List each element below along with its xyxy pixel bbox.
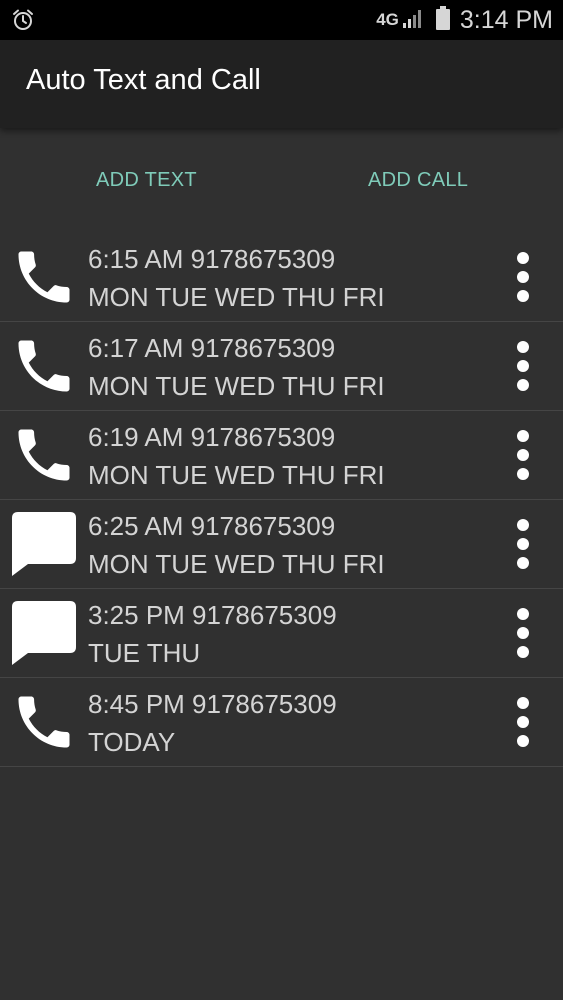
list-item[interactable]: 6:17 AM 9178675309 MON TUE WED THU FRI [0, 322, 563, 411]
list-item[interactable]: 6:15 AM 9178675309 MON TUE WED THU FRI [0, 233, 563, 322]
app-bar: Auto Text and Call [0, 40, 563, 128]
item-days: MON TUE WED THU FRI [88, 549, 385, 579]
message-icon [10, 510, 78, 578]
more-options-icon[interactable] [513, 694, 533, 750]
alarm-icon [11, 8, 35, 37]
item-days: MON TUE WED THU FRI [88, 282, 385, 312]
network-type-label: 4G [376, 10, 399, 29]
add-call-button[interactable]: ADD CALL [368, 169, 468, 192]
item-time-number: 3:25 PM 9178675309 [88, 600, 337, 630]
status-bar: 4G 3:14 PM [0, 0, 563, 40]
list-item[interactable]: 6:19 AM 9178675309 MON TUE WED THU FRI [0, 411, 563, 500]
more-options-icon[interactable] [513, 516, 533, 572]
message-icon [10, 599, 78, 667]
list-item[interactable]: 6:25 AM 9178675309 MON TUE WED THU FRI [0, 500, 563, 589]
more-options-icon[interactable] [513, 427, 533, 483]
more-options-icon[interactable] [513, 249, 533, 305]
item-days: TUE THU [88, 638, 201, 668]
phone-icon [10, 421, 78, 489]
list-item[interactable]: 8:45 PM 9178675309 TODAY [0, 678, 563, 767]
phone-icon [10, 332, 78, 400]
item-time-number: 6:25 AM 9178675309 [88, 511, 336, 541]
list-item[interactable]: 3:25 PM 9178675309 TUE THU [0, 589, 563, 678]
schedule-list: 6:15 AM 9178675309 MON TUE WED THU FRI 6… [0, 233, 563, 767]
item-time-number: 8:45 PM 9178675309 [88, 689, 337, 719]
item-time-number: 6:19 AM 9178675309 [88, 422, 336, 452]
more-options-icon[interactable] [513, 338, 533, 394]
item-days: MON TUE WED THU FRI [88, 460, 385, 490]
action-buttons: ADD TEXT ADD CALL [0, 128, 563, 233]
item-days: MON TUE WED THU FRI [88, 371, 385, 401]
app-title: Auto Text and Call [26, 64, 261, 96]
phone-icon [10, 243, 78, 311]
more-options-icon[interactable] [513, 605, 533, 661]
status-time: 3:14 PM [459, 5, 553, 34]
phone-icon [10, 688, 78, 756]
item-days: TODAY [88, 727, 176, 757]
add-text-button[interactable]: ADD TEXT [96, 169, 197, 192]
item-time-number: 6:17 AM 9178675309 [88, 333, 336, 363]
signal-icon [402, 7, 424, 34]
item-time-number: 6:15 AM 9178675309 [88, 244, 336, 274]
battery-icon [435, 5, 450, 35]
